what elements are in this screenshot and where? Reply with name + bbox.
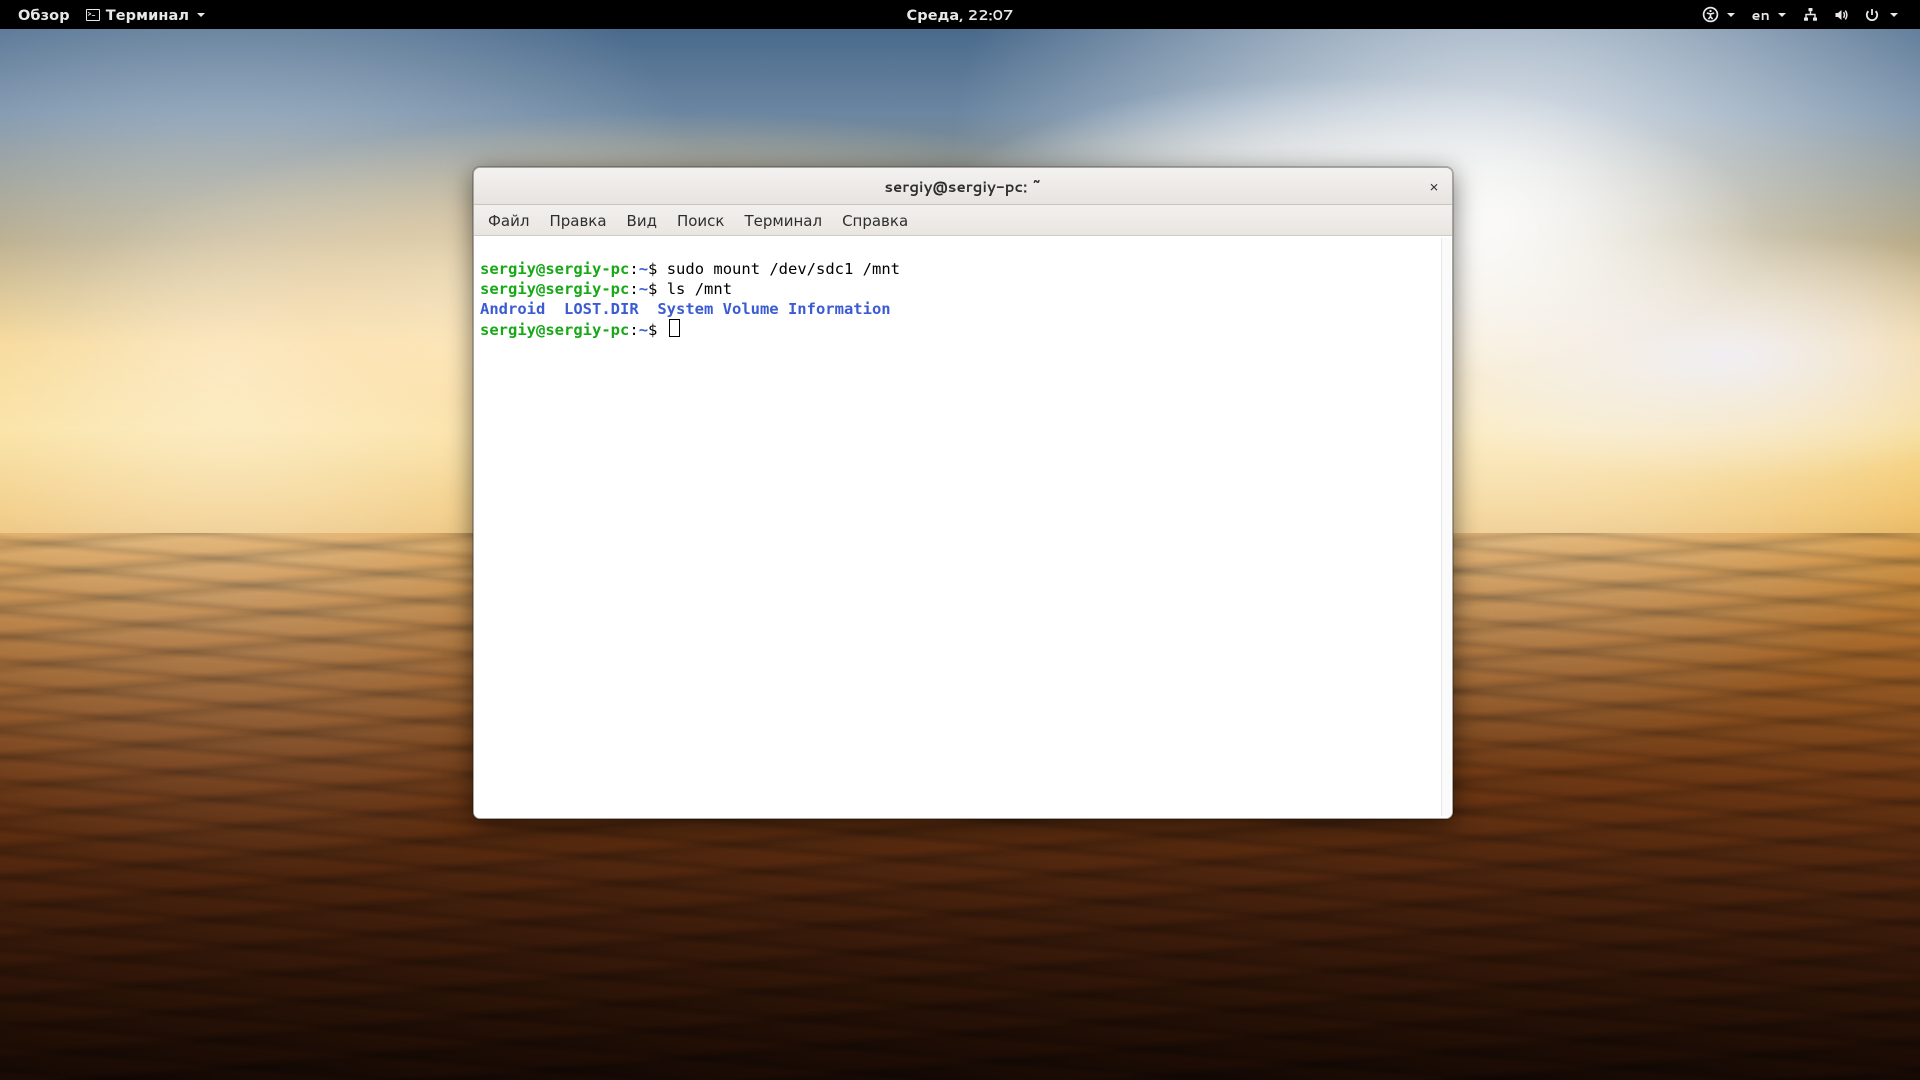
- menu-edit-label: Правка: [549, 210, 606, 231]
- prompt-host: sergiy-pc: [545, 321, 629, 339]
- menu-view-label: Вид: [627, 210, 657, 231]
- terminal-scrollbar[interactable]: [1441, 238, 1451, 816]
- prompt-colon: :: [629, 280, 638, 298]
- prompt-sigil: $: [648, 321, 667, 339]
- prompt-user: sergiy: [480, 260, 536, 278]
- activities-label: Обзор: [18, 4, 70, 25]
- top-bar-center: Среда, 22:07: [898, 0, 1021, 29]
- chevron-down-icon: [1778, 13, 1786, 17]
- network-wired-icon: [1802, 7, 1819, 23]
- close-icon: ×: [1429, 176, 1439, 197]
- prompt-user: sergiy: [480, 321, 536, 339]
- app-menu-button[interactable]: Терминал: [78, 0, 213, 29]
- system-status-menu[interactable]: [1794, 0, 1906, 29]
- input-source-menu[interactable]: en: [1743, 0, 1794, 29]
- accessibility-menu[interactable]: [1694, 0, 1743, 29]
- menu-search[interactable]: Поиск: [667, 206, 735, 235]
- menu-file[interactable]: Файл: [478, 206, 539, 235]
- terminal-menubar: Файл Правка Вид Поиск Терминал Справка: [474, 205, 1452, 236]
- power-icon: [1864, 7, 1880, 23]
- ls-output-sep: [639, 300, 658, 318]
- volume-icon: [1833, 7, 1850, 23]
- menu-terminal[interactable]: Терминал: [734, 206, 832, 235]
- prompt-user: sergiy: [480, 280, 536, 298]
- menu-file-label: Файл: [488, 210, 529, 231]
- prompt-at: @: [536, 280, 545, 298]
- clock-button[interactable]: Среда, 22:07: [898, 0, 1021, 29]
- ls-output-dir: LOST.DIR: [564, 300, 639, 318]
- app-menu-label: Терминал: [106, 4, 189, 25]
- input-source-label: en: [1751, 4, 1770, 25]
- prompt-host: sergiy-pc: [545, 260, 629, 278]
- window-close-button[interactable]: ×: [1422, 174, 1446, 198]
- chevron-down-icon: [1727, 13, 1735, 17]
- prompt-host: sergiy-pc: [545, 280, 629, 298]
- prompt-path: ~: [639, 260, 648, 278]
- prompt-at: @: [536, 260, 545, 278]
- window-titlebar[interactable]: sergiy@sergiy-pc: ~ ×: [474, 168, 1452, 205]
- menu-terminal-label: Терминал: [744, 210, 822, 231]
- gnome-top-bar: Обзор Терминал Среда, 22:07 en: [0, 0, 1920, 29]
- ls-output-dir: System Volume Information: [657, 300, 890, 318]
- top-bar-right: en: [1694, 0, 1920, 29]
- terminal-command-1: sudo mount /dev/sdc1 /mnt: [667, 260, 900, 278]
- menu-edit[interactable]: Правка: [539, 206, 616, 235]
- clock-label: Среда, 22:07: [906, 4, 1013, 25]
- prompt-sigil: $: [648, 260, 667, 278]
- terminal-app-icon: [86, 9, 100, 21]
- ls-output-dir: Android: [480, 300, 545, 318]
- chevron-down-icon: [197, 13, 205, 17]
- terminal-window: sergiy@sergiy-pc: ~ × Файл Правка Вид По…: [473, 167, 1453, 819]
- prompt-at: @: [536, 321, 545, 339]
- terminal-body[interactable]: sergiy@sergiy-pc:~$ sudo mount /dev/sdc1…: [474, 236, 1452, 818]
- top-bar-left: Обзор Терминал: [0, 0, 213, 29]
- menu-view[interactable]: Вид: [617, 206, 667, 235]
- chevron-down-icon: [1890, 13, 1898, 17]
- prompt-path: ~: [639, 321, 648, 339]
- menu-help-label: Справка: [842, 210, 908, 231]
- prompt-colon: :: [629, 321, 638, 339]
- terminal-command-2: ls /mnt: [667, 280, 732, 298]
- window-title: sergiy@sergiy-pc: ~: [884, 176, 1041, 197]
- activities-button[interactable]: Обзор: [10, 0, 78, 29]
- terminal-cursor: [669, 319, 680, 337]
- prompt-colon: :: [629, 260, 638, 278]
- ls-output-sep: [545, 300, 564, 318]
- prompt-sigil: $: [648, 280, 667, 298]
- accessibility-icon: [1702, 6, 1719, 23]
- menu-help[interactable]: Справка: [832, 206, 918, 235]
- menu-search-label: Поиск: [677, 210, 725, 231]
- prompt-path: ~: [639, 280, 648, 298]
